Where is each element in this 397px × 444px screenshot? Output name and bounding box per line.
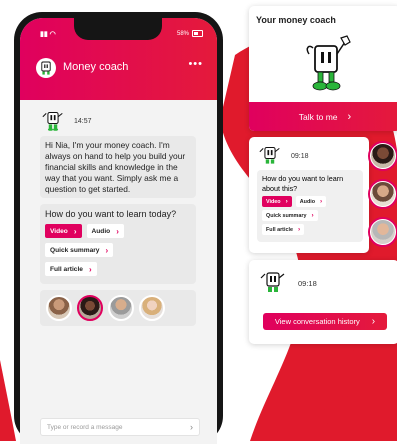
chevron-right-icon: ›	[88, 264, 92, 274]
chevron-right-icon: ›	[116, 226, 119, 236]
signal-icon: ▮▮ ◠	[40, 31, 56, 38]
battery-percent: 58%	[176, 30, 189, 37]
money-coach-card: Your money coach Talk to me ›	[249, 6, 397, 131]
coach-character-icon	[260, 272, 285, 292]
option-quick-summary-button[interactable]: Quick summary ›	[45, 243, 114, 257]
coach-character-icon	[42, 112, 63, 131]
chevron-right-icon: ›	[371, 316, 376, 327]
app-title: Money coach	[63, 61, 129, 73]
coach-avatar	[36, 58, 56, 78]
chevron-right-icon: ›	[297, 226, 301, 233]
advisor-avatar[interactable]	[368, 179, 397, 209]
more-icon[interactable]: •••	[188, 58, 203, 70]
option-audio-button[interactable]: Audio ›	[86, 224, 124, 238]
chevron-right-icon: ›	[285, 198, 288, 205]
option-label: Full article	[50, 265, 83, 273]
message-time: 14:57	[74, 117, 92, 125]
card-title: Your money coach	[256, 15, 336, 25]
chat-area: 14:57 Hi Nia, I'm your money coach. I'm …	[20, 100, 217, 444]
option-label: Audio	[299, 198, 316, 205]
history-button-label: View conversation history	[274, 317, 360, 326]
phone-screen: ▮▮ ◠ 58% Money coach ••• 14:57 Hi Nia, I…	[20, 18, 217, 444]
option-label: Video	[50, 227, 68, 235]
app-header: ▮▮ ◠ 58% Money coach •••	[20, 18, 217, 100]
advisor-avatar[interactable]	[368, 217, 397, 247]
chevron-right-icon: ›	[311, 212, 314, 219]
learning-options-message: How do you want to learn today? Video › …	[40, 204, 196, 284]
advisor-list-side	[368, 141, 397, 247]
coach-character-icon	[259, 147, 280, 164]
chevron-right-icon: ›	[73, 226, 77, 236]
status-battery: 58%	[177, 30, 203, 37]
learning-options-message: How do you want to learn about this? Vid…	[257, 170, 363, 242]
advisor-list	[40, 290, 196, 326]
option-full-article-button[interactable]: Full article ›	[262, 224, 305, 235]
phone-frame: ▮▮ ◠ 58% Money coach ••• 14:57 Hi Nia, I…	[14, 12, 223, 444]
view-history-button[interactable]: View conversation history ›	[263, 313, 387, 330]
coach-message-header: 09:18	[257, 145, 309, 167]
conversation-history-card: 09:18 View conversation history ›	[249, 260, 397, 344]
option-label: Full article	[266, 226, 293, 233]
message-time: 09:18	[298, 278, 317, 288]
option-video-button[interactable]: Video ›	[262, 196, 292, 207]
learning-question: How do you want to learn about this?	[262, 174, 344, 193]
option-quick-summary-button[interactable]: Quick summary ›	[262, 210, 318, 221]
option-label: Video	[266, 198, 281, 205]
coach-character-icon	[306, 35, 351, 91]
message-time: 09:18	[291, 152, 309, 160]
chevron-right-icon: ›	[105, 245, 109, 255]
coach-message-header: 09:18	[258, 270, 317, 296]
coach-character-icon	[41, 61, 51, 75]
mini-chat-card: 09:18 How do you want to learn about thi…	[249, 137, 369, 253]
option-label: Quick summary	[50, 246, 100, 254]
talk-to-me-button[interactable]: Talk to me ›	[249, 102, 397, 131]
chevron-right-icon: ›	[320, 198, 323, 205]
advisor-avatar[interactable]	[77, 295, 103, 321]
coach-message-header: 14:57	[40, 110, 92, 132]
status-signal: ▮▮ ◠	[40, 30, 56, 38]
advisor-avatar[interactable]	[46, 295, 72, 321]
option-audio-button[interactable]: Audio ›	[295, 196, 327, 207]
option-full-article-button[interactable]: Full article ›	[45, 262, 97, 276]
chevron-right-icon: ›	[190, 422, 193, 432]
advisor-avatar[interactable]	[108, 295, 134, 321]
phone-notch	[74, 18, 162, 40]
message-input[interactable]: Type or record a message ›	[40, 418, 200, 436]
battery-icon	[192, 30, 203, 37]
advisor-avatar[interactable]	[368, 141, 397, 171]
chevron-right-icon: ›	[347, 110, 352, 123]
message-input-placeholder: Type or record a message	[47, 423, 123, 431]
option-label: Audio	[91, 227, 111, 235]
talk-button-label: Talk to me	[298, 111, 338, 122]
advisor-avatar[interactable]	[139, 295, 165, 321]
learning-question: How do you want to learn today?	[45, 209, 177, 219]
coach-intro-message: Hi Nia, I'm your money coach. I'm always…	[40, 136, 196, 198]
option-video-button[interactable]: Video ›	[45, 224, 82, 238]
option-label: Quick summary	[266, 212, 307, 219]
